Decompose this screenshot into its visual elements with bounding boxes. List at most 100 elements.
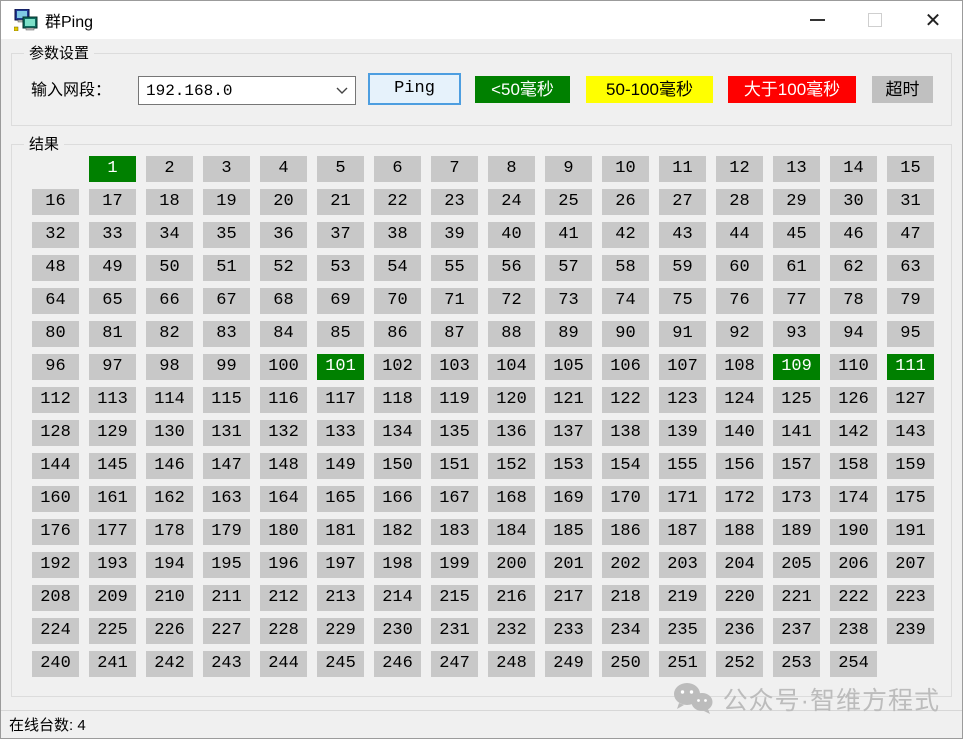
host-cell-102: 102 (374, 354, 421, 380)
host-cell-25: 25 (545, 189, 592, 215)
host-cell-103: 103 (431, 354, 478, 380)
host-cell-72: 72 (488, 288, 535, 314)
host-cell-107: 107 (659, 354, 706, 380)
host-cell-196: 196 (260, 552, 307, 578)
host-cell-210: 210 (146, 585, 193, 611)
host-cell-157: 157 (773, 453, 820, 479)
host-cell-209: 209 (89, 585, 136, 611)
host-cell-161: 161 (89, 486, 136, 512)
host-cell-128: 128 (32, 420, 79, 446)
minimize-button[interactable] (788, 1, 846, 39)
host-cell-9: 9 (545, 156, 592, 182)
host-cell-154: 154 (602, 453, 649, 479)
host-cell-203: 203 (659, 552, 706, 578)
host-cell-75: 75 (659, 288, 706, 314)
host-cell-187: 187 (659, 519, 706, 545)
host-cell-191: 191 (887, 519, 934, 545)
host-cell-195: 195 (203, 552, 250, 578)
titlebar: 群Ping ✕ (1, 1, 962, 39)
host-cell-206: 206 (830, 552, 877, 578)
host-cell-28: 28 (716, 189, 763, 215)
host-cell-188: 188 (716, 519, 763, 545)
host-cell-117: 117 (317, 387, 364, 413)
host-cell-133: 133 (317, 420, 364, 446)
host-cell-16: 16 (32, 189, 79, 215)
host-cell-185: 185 (545, 519, 592, 545)
host-cell-171: 171 (659, 486, 706, 512)
host-cell-142: 142 (830, 420, 877, 446)
host-cell-146: 146 (146, 453, 193, 479)
host-cell-60: 60 (716, 255, 763, 281)
params-group-label: 参数设置 (24, 44, 94, 64)
online-count-text: 在线台数: 4 (9, 714, 86, 735)
host-cell-78: 78 (830, 288, 877, 314)
host-cell-225: 225 (89, 618, 136, 644)
window-controls: ✕ (788, 1, 962, 39)
host-cell-88: 88 (488, 321, 535, 347)
statusbar: 在线台数: 4 (1, 710, 962, 738)
host-cell-32: 32 (32, 222, 79, 248)
host-cell-249: 249 (545, 651, 592, 677)
host-cell-7: 7 (431, 156, 478, 182)
host-cell-139: 139 (659, 420, 706, 446)
host-cell-53: 53 (317, 255, 364, 281)
network-computers-icon (14, 9, 38, 31)
host-cell-173: 173 (773, 486, 820, 512)
host-cell-18: 18 (146, 189, 193, 215)
host-cell-71: 71 (431, 288, 478, 314)
host-cell-135: 135 (431, 420, 478, 446)
empty-slot (32, 156, 79, 182)
host-cell-52: 52 (260, 255, 307, 281)
host-cell-138: 138 (602, 420, 649, 446)
ping-button[interactable]: Ping (368, 73, 461, 105)
host-cell-37: 37 (317, 222, 364, 248)
host-cell-224: 224 (32, 618, 79, 644)
network-segment-combobox[interactable]: 192.168.0 (138, 76, 356, 105)
host-cell-169: 169 (545, 486, 592, 512)
host-cell-91: 91 (659, 321, 706, 347)
host-cell-36: 36 (260, 222, 307, 248)
host-cell-222: 222 (830, 585, 877, 611)
host-cell-30: 30 (830, 189, 877, 215)
host-cell-44: 44 (716, 222, 763, 248)
host-cell-141: 141 (773, 420, 820, 446)
host-cell-134: 134 (374, 420, 421, 446)
host-cell-218: 218 (602, 585, 649, 611)
host-cell-151: 151 (431, 453, 478, 479)
host-cell-111: 111 (887, 354, 934, 380)
host-cell-211: 211 (203, 585, 250, 611)
close-button[interactable]: ✕ (904, 1, 962, 39)
host-cell-57: 57 (545, 255, 592, 281)
host-cell-212: 212 (260, 585, 307, 611)
empty-slot (887, 651, 934, 677)
host-cell-11: 11 (659, 156, 706, 182)
host-cell-109: 109 (773, 354, 820, 380)
host-cell-140: 140 (716, 420, 763, 446)
host-cell-136: 136 (488, 420, 535, 446)
host-cell-90: 90 (602, 321, 649, 347)
host-cell-164: 164 (260, 486, 307, 512)
host-cell-104: 104 (488, 354, 535, 380)
chevron-down-icon[interactable] (329, 87, 355, 95)
host-cell-192: 192 (32, 552, 79, 578)
host-cell-202: 202 (602, 552, 649, 578)
host-cell-194: 194 (146, 552, 193, 578)
host-cell-20: 20 (260, 189, 307, 215)
host-cell-175: 175 (887, 486, 934, 512)
host-cell-55: 55 (431, 255, 478, 281)
maximize-button[interactable] (846, 1, 904, 39)
host-cell-144: 144 (32, 453, 79, 479)
host-cell-180: 180 (260, 519, 307, 545)
host-cell-70: 70 (374, 288, 421, 314)
host-cell-124: 124 (716, 387, 763, 413)
host-cell-232: 232 (488, 618, 535, 644)
legend-item-1: 50-100毫秒 (586, 76, 713, 103)
host-cell-95: 95 (887, 321, 934, 347)
host-cell-19: 19 (203, 189, 250, 215)
host-cell-143: 143 (887, 420, 934, 446)
network-segment-value[interactable]: 192.168.0 (139, 82, 329, 100)
host-cell-219: 219 (659, 585, 706, 611)
host-cell-147: 147 (203, 453, 250, 479)
host-cell-40: 40 (488, 222, 535, 248)
host-cell-38: 38 (374, 222, 421, 248)
